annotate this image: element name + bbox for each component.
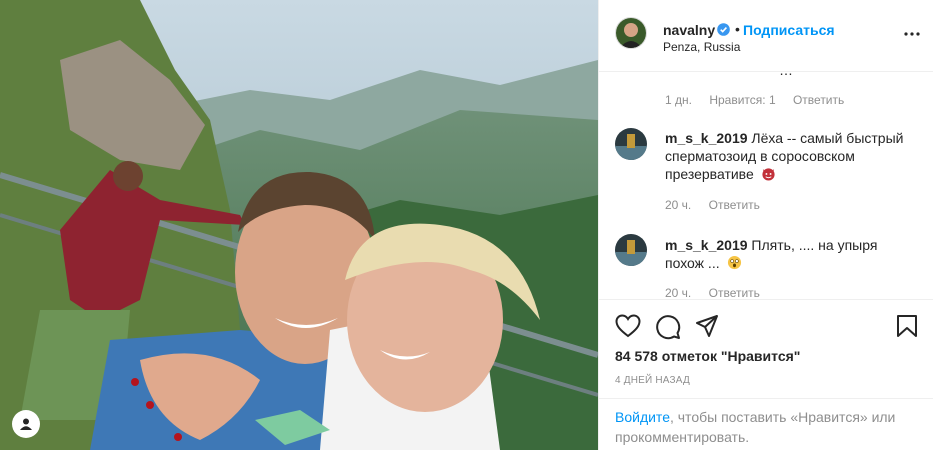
comment-reply-button[interactable]: Ответить	[709, 286, 760, 299]
comment-body: m_s_k_2019 Плять, .... на упыря похож ..…	[665, 236, 915, 272]
comment-reply-button[interactable]: Ответить	[709, 198, 760, 212]
commenter-username[interactable]: m_s_k_2019	[665, 130, 748, 146]
astonished-emoji-icon	[727, 255, 741, 270]
login-link[interactable]: Войдите	[615, 409, 670, 425]
comment-meta: 20 ч. Ответить	[665, 286, 774, 299]
comment-icon[interactable]	[655, 314, 681, 340]
comment-meta: 20 ч. Ответить	[665, 198, 774, 212]
verified-badge-icon	[717, 23, 730, 36]
author-avatar[interactable]	[615, 17, 647, 49]
post-image	[0, 0, 598, 450]
separator-dot: •	[735, 21, 740, 37]
likes-count[interactable]: 84 578 отметок "Нравится"	[615, 348, 800, 364]
post-date[interactable]: 4 ДНЕЙ НАЗАД	[615, 375, 690, 386]
comments-list[interactable]: … 1 дн. Нравится: 1 Ответить m_s_k_2019 …	[599, 72, 933, 299]
post-actions: 84 578 отметок "Нравится" 4 ДНЕЙ НАЗАД В…	[599, 299, 933, 451]
devil-emoji-icon	[762, 168, 775, 181]
commenter-avatar[interactable]	[615, 128, 647, 160]
comment-likes[interactable]: Нравится: 1	[709, 93, 775, 107]
post-location[interactable]: Penza, Russia	[663, 40, 740, 54]
comment-body: m_s_k_2019 Лёха -- самый быстрый спермат…	[665, 129, 915, 183]
divider	[599, 398, 933, 399]
commenter-username[interactable]: m_s_k_2019	[665, 237, 748, 253]
commenter-avatar[interactable]	[615, 234, 647, 266]
login-prompt: Войдите, чтобы поставить «Нравится» или …	[615, 407, 915, 447]
tagged-users-button[interactable]	[12, 410, 40, 438]
heart-icon[interactable]	[615, 314, 641, 338]
avatar-image	[616, 18, 646, 48]
comment-time[interactable]: 1 дн.	[665, 93, 692, 107]
avatar-image	[615, 128, 647, 160]
comment-time[interactable]: 20 ч.	[665, 286, 691, 299]
bookmark-icon[interactable]	[896, 314, 918, 338]
comment-text-partial: …	[779, 72, 793, 78]
user-tag-icon	[20, 418, 32, 430]
share-icon[interactable]	[695, 314, 719, 338]
author-username[interactable]: navalny	[663, 22, 715, 38]
post-header: navalny • Подписаться Penza, Russia	[599, 0, 933, 72]
comment-reply-button[interactable]: Ответить	[793, 93, 844, 107]
avatar-image	[615, 234, 647, 266]
follow-button[interactable]: Подписаться	[743, 22, 835, 38]
post-details-panel: navalny • Подписаться Penza, Russia … 1 …	[598, 0, 933, 450]
comment-time[interactable]: 20 ч.	[665, 198, 691, 212]
comment-meta: 1 дн. Нравится: 1 Ответить	[665, 93, 858, 107]
more-options-icon[interactable]	[903, 26, 921, 42]
post-photo[interactable]	[0, 0, 598, 450]
